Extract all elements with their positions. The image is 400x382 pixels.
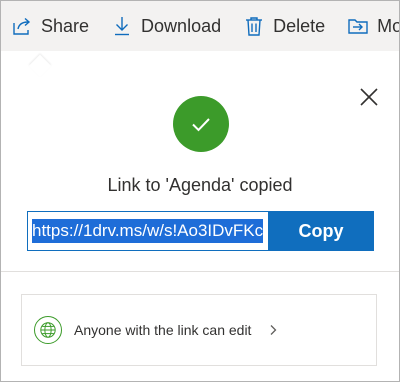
delete-label: Delete [273,15,326,36]
move-button[interactable]: Mov [347,1,399,51]
divider [1,271,399,272]
link-row: https://1drv.ms/w/s!Ao3IDvFKc Copy [27,211,374,251]
move-icon [347,15,369,37]
download-icon [111,15,133,37]
link-text: https://1drv.ms/w/s!Ao3IDvFKc [32,219,264,243]
copy-button[interactable]: Copy [268,211,374,251]
globe-icon [34,316,62,344]
link-field[interactable]: https://1drv.ms/w/s!Ao3IDvFKc [28,212,268,250]
command-bar: Share Download Delete M [1,1,399,51]
move-label: Mov [377,15,399,36]
success-badge [173,96,229,152]
close-button[interactable] [359,87,379,107]
link-settings-button[interactable]: Anyone with the link can edit [21,294,377,366]
download-label: Download [141,15,222,36]
copied-message: Link to 'Agenda' copied [107,175,293,195]
delete-icon [243,15,265,37]
share-window: Share Download Delete M Link to 'Agenda'… [0,0,400,382]
share-label: Share [41,15,90,36]
close-icon [360,88,378,106]
checkmark-icon [192,118,210,132]
share-button[interactable]: Share [11,1,89,51]
chevron-right-icon [270,325,277,335]
share-icon [11,15,33,37]
download-button[interactable]: Download [111,1,221,51]
permission-label: Anyone with the link can edit [74,322,252,338]
delete-button[interactable]: Delete [243,1,325,51]
